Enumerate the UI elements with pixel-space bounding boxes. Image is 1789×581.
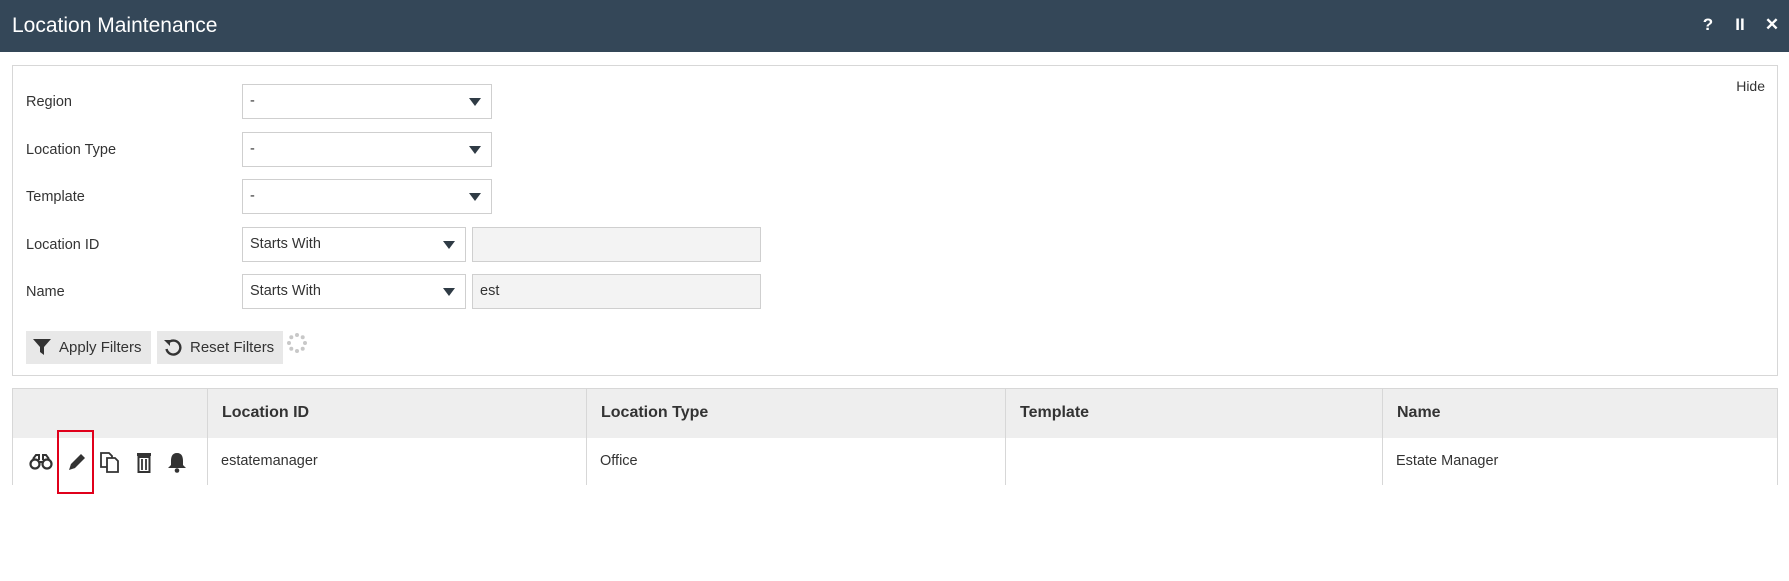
cell-location-type: Office	[586, 438, 1005, 485]
edit-icon-highlight-box	[57, 430, 94, 494]
location-id-input[interactable]	[472, 227, 761, 262]
chevron-down-icon	[469, 98, 481, 106]
table-row[interactable]: estatemanager Office Estate Manager	[13, 438, 1777, 485]
delete-trash-icon[interactable]	[132, 451, 156, 473]
cell-location-id: estatemanager	[207, 438, 586, 485]
notify-bell-icon[interactable]	[165, 451, 189, 473]
region-value: -	[250, 93, 255, 109]
name-label: Name	[26, 284, 65, 300]
filter-funnel-icon	[33, 339, 51, 355]
reset-filters-button[interactable]: Reset Filters	[157, 331, 283, 364]
window-titlebar: Location Maintenance ? II ✕	[0, 0, 1789, 52]
location-id-operator-value: Starts With	[250, 236, 321, 252]
window-title: Location Maintenance	[12, 14, 218, 37]
region-select[interactable]: -	[242, 84, 492, 119]
filter-row-template: Template -	[13, 179, 1777, 215]
apply-filters-button[interactable]: Apply Filters	[26, 331, 151, 364]
row-actions-cell	[13, 438, 207, 485]
name-operator-select[interactable]: Starts With	[242, 274, 466, 309]
column-header-actions	[13, 389, 207, 438]
chevron-down-icon	[443, 288, 455, 296]
results-grid: Location ID Location Type Template Name	[12, 388, 1778, 485]
filter-panel: Hide Region - Location Type - Template -…	[12, 65, 1778, 376]
template-label: Template	[26, 189, 85, 205]
chevron-down-icon	[469, 193, 481, 201]
apply-filters-label: Apply Filters	[59, 339, 142, 356]
filter-row-location-type: Location Type -	[13, 132, 1777, 168]
pause-button[interactable]: II	[1729, 14, 1751, 36]
region-label: Region	[26, 94, 72, 110]
column-header-location-id[interactable]: Location ID	[207, 389, 586, 438]
filter-row-location-id: Location ID Starts With	[13, 227, 1777, 263]
cell-template	[1005, 438, 1382, 485]
name-operator-value: Starts With	[250, 283, 321, 299]
cell-name: Estate Manager	[1382, 438, 1777, 485]
reset-undo-icon	[164, 339, 182, 356]
name-input[interactable]: est	[472, 274, 761, 309]
location-type-value: -	[250, 141, 255, 157]
reset-filters-label: Reset Filters	[190, 339, 275, 356]
column-header-location-type[interactable]: Location Type	[586, 389, 1005, 438]
column-header-name[interactable]: Name	[1382, 389, 1777, 438]
copy-icon[interactable]	[98, 451, 122, 473]
template-select[interactable]: -	[242, 179, 492, 214]
column-header-template[interactable]: Template	[1005, 389, 1382, 438]
view-binoculars-icon[interactable]	[29, 451, 53, 473]
location-type-label: Location Type	[26, 142, 117, 158]
help-button[interactable]: ?	[1697, 14, 1719, 36]
loading-spinner-icon	[287, 333, 307, 353]
close-button[interactable]: ✕	[1761, 14, 1783, 36]
filter-row-name: Name Starts With est	[13, 274, 1777, 310]
chevron-down-icon	[443, 241, 455, 249]
filter-row-region: Region -	[13, 84, 1777, 120]
template-value: -	[250, 188, 255, 204]
location-type-select[interactable]: -	[242, 132, 492, 167]
chevron-down-icon	[469, 146, 481, 154]
location-id-label: Location ID	[26, 237, 100, 253]
grid-header: Location ID Location Type Template Name	[13, 389, 1777, 438]
location-id-operator-select[interactable]: Starts With	[242, 227, 466, 262]
